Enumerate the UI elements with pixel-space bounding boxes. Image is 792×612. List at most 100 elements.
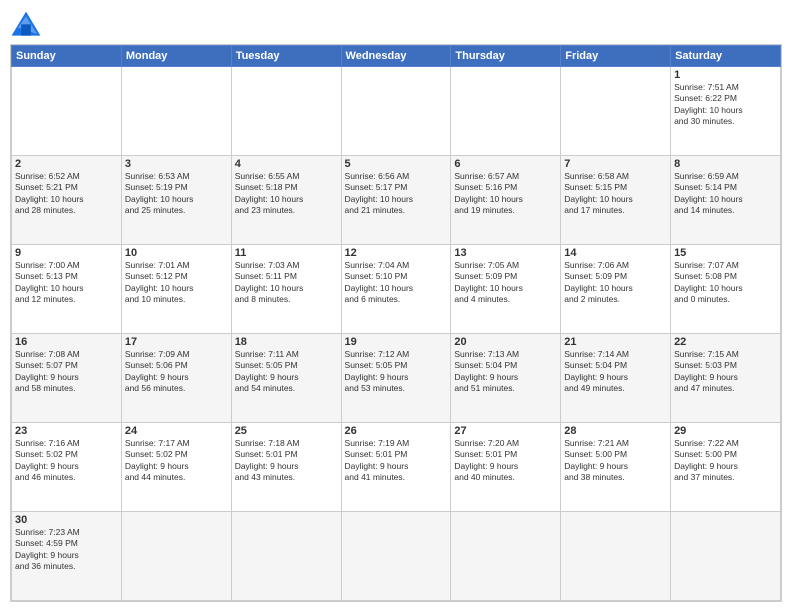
day-info: Sunrise: 6:56 AM Sunset: 5:17 PM Dayligh…: [345, 171, 448, 217]
day-info: Sunrise: 7:23 AM Sunset: 4:59 PM Dayligh…: [15, 527, 118, 573]
day-number: 20: [454, 336, 557, 348]
weekday-tuesday: Tuesday: [231, 46, 341, 67]
day-info: Sunrise: 6:55 AM Sunset: 5:18 PM Dayligh…: [235, 171, 338, 217]
day-info: Sunrise: 7:15 AM Sunset: 5:03 PM Dayligh…: [674, 349, 777, 395]
day-cell: 30Sunrise: 7:23 AM Sunset: 4:59 PM Dayli…: [12, 512, 122, 601]
day-cell: 11Sunrise: 7:03 AM Sunset: 5:11 PM Dayli…: [231, 245, 341, 334]
day-number: 14: [564, 247, 667, 259]
day-number: 5: [345, 158, 448, 170]
day-number: 9: [15, 247, 118, 259]
day-cell: 2Sunrise: 6:52 AM Sunset: 5:21 PM Daylig…: [12, 156, 122, 245]
day-info: Sunrise: 6:52 AM Sunset: 5:21 PM Dayligh…: [15, 171, 118, 217]
day-number: 3: [125, 158, 228, 170]
week-row-5: 23Sunrise: 7:16 AM Sunset: 5:02 PM Dayli…: [12, 423, 781, 512]
day-cell: 21Sunrise: 7:14 AM Sunset: 5:04 PM Dayli…: [561, 334, 671, 423]
day-number: 28: [564, 425, 667, 437]
day-cell: 10Sunrise: 7:01 AM Sunset: 5:12 PM Dayli…: [121, 245, 231, 334]
day-info: Sunrise: 7:06 AM Sunset: 5:09 PM Dayligh…: [564, 260, 667, 306]
day-info: Sunrise: 7:21 AM Sunset: 5:00 PM Dayligh…: [564, 438, 667, 484]
day-cell: 3Sunrise: 6:53 AM Sunset: 5:19 PM Daylig…: [121, 156, 231, 245]
logo-icon: [10, 10, 42, 38]
day-info: Sunrise: 6:58 AM Sunset: 5:15 PM Dayligh…: [564, 171, 667, 217]
day-cell: [671, 512, 781, 601]
day-cell: 28Sunrise: 7:21 AM Sunset: 5:00 PM Dayli…: [561, 423, 671, 512]
page: SundayMondayTuesdayWednesdayThursdayFrid…: [0, 0, 792, 612]
weekday-saturday: Saturday: [671, 46, 781, 67]
week-row-3: 9Sunrise: 7:00 AM Sunset: 5:13 PM Daylig…: [12, 245, 781, 334]
week-row-2: 2Sunrise: 6:52 AM Sunset: 5:21 PM Daylig…: [12, 156, 781, 245]
day-info: Sunrise: 7:51 AM Sunset: 6:22 PM Dayligh…: [674, 82, 777, 128]
day-number: 18: [235, 336, 338, 348]
day-cell: 14Sunrise: 7:06 AM Sunset: 5:09 PM Dayli…: [561, 245, 671, 334]
day-cell: 7Sunrise: 6:58 AM Sunset: 5:15 PM Daylig…: [561, 156, 671, 245]
day-cell: 24Sunrise: 7:17 AM Sunset: 5:02 PM Dayli…: [121, 423, 231, 512]
day-cell: [12, 67, 122, 156]
day-info: Sunrise: 7:03 AM Sunset: 5:11 PM Dayligh…: [235, 260, 338, 306]
day-number: 16: [15, 336, 118, 348]
day-cell: [561, 512, 671, 601]
weekday-header-row: SundayMondayTuesdayWednesdayThursdayFrid…: [12, 46, 781, 67]
day-info: Sunrise: 7:00 AM Sunset: 5:13 PM Dayligh…: [15, 260, 118, 306]
day-cell: 25Sunrise: 7:18 AM Sunset: 5:01 PM Dayli…: [231, 423, 341, 512]
day-cell: 1Sunrise: 7:51 AM Sunset: 6:22 PM Daylig…: [671, 67, 781, 156]
day-info: Sunrise: 7:19 AM Sunset: 5:01 PM Dayligh…: [345, 438, 448, 484]
day-number: 22: [674, 336, 777, 348]
day-number: 10: [125, 247, 228, 259]
week-row-4: 16Sunrise: 7:08 AM Sunset: 5:07 PM Dayli…: [12, 334, 781, 423]
day-info: Sunrise: 6:57 AM Sunset: 5:16 PM Dayligh…: [454, 171, 557, 217]
day-cell: 15Sunrise: 7:07 AM Sunset: 5:08 PM Dayli…: [671, 245, 781, 334]
day-number: 8: [674, 158, 777, 170]
day-number: 7: [564, 158, 667, 170]
day-info: Sunrise: 7:04 AM Sunset: 5:10 PM Dayligh…: [345, 260, 448, 306]
day-cell: [561, 67, 671, 156]
weekday-friday: Friday: [561, 46, 671, 67]
day-cell: [231, 512, 341, 601]
day-number: 12: [345, 247, 448, 259]
day-number: 26: [345, 425, 448, 437]
day-cell: 4Sunrise: 6:55 AM Sunset: 5:18 PM Daylig…: [231, 156, 341, 245]
day-info: Sunrise: 7:09 AM Sunset: 5:06 PM Dayligh…: [125, 349, 228, 395]
day-cell: 16Sunrise: 7:08 AM Sunset: 5:07 PM Dayli…: [12, 334, 122, 423]
day-cell: 18Sunrise: 7:11 AM Sunset: 5:05 PM Dayli…: [231, 334, 341, 423]
day-info: Sunrise: 7:08 AM Sunset: 5:07 PM Dayligh…: [15, 349, 118, 395]
day-number: 1: [674, 69, 777, 81]
day-cell: [341, 67, 451, 156]
day-cell: 22Sunrise: 7:15 AM Sunset: 5:03 PM Dayli…: [671, 334, 781, 423]
day-cell: [341, 512, 451, 601]
week-row-6: 30Sunrise: 7:23 AM Sunset: 4:59 PM Dayli…: [12, 512, 781, 601]
weekday-sunday: Sunday: [12, 46, 122, 67]
weekday-thursday: Thursday: [451, 46, 561, 67]
day-cell: [121, 512, 231, 601]
day-number: 6: [454, 158, 557, 170]
day-cell: [121, 67, 231, 156]
day-cell: 9Sunrise: 7:00 AM Sunset: 5:13 PM Daylig…: [12, 245, 122, 334]
day-info: Sunrise: 7:05 AM Sunset: 5:09 PM Dayligh…: [454, 260, 557, 306]
day-number: 4: [235, 158, 338, 170]
day-number: 17: [125, 336, 228, 348]
day-cell: 13Sunrise: 7:05 AM Sunset: 5:09 PM Dayli…: [451, 245, 561, 334]
day-cell: 29Sunrise: 7:22 AM Sunset: 5:00 PM Dayli…: [671, 423, 781, 512]
day-info: Sunrise: 7:13 AM Sunset: 5:04 PM Dayligh…: [454, 349, 557, 395]
day-number: 21: [564, 336, 667, 348]
week-row-1: 1Sunrise: 7:51 AM Sunset: 6:22 PM Daylig…: [12, 67, 781, 156]
day-cell: 5Sunrise: 6:56 AM Sunset: 5:17 PM Daylig…: [341, 156, 451, 245]
header: [10, 10, 782, 38]
day-number: 13: [454, 247, 557, 259]
day-info: Sunrise: 7:14 AM Sunset: 5:04 PM Dayligh…: [564, 349, 667, 395]
day-cell: 8Sunrise: 6:59 AM Sunset: 5:14 PM Daylig…: [671, 156, 781, 245]
day-number: 27: [454, 425, 557, 437]
day-info: Sunrise: 7:07 AM Sunset: 5:08 PM Dayligh…: [674, 260, 777, 306]
day-cell: 26Sunrise: 7:19 AM Sunset: 5:01 PM Dayli…: [341, 423, 451, 512]
day-cell: 19Sunrise: 7:12 AM Sunset: 5:05 PM Dayli…: [341, 334, 451, 423]
day-number: 25: [235, 425, 338, 437]
calendar: SundayMondayTuesdayWednesdayThursdayFrid…: [10, 44, 782, 602]
day-number: 2: [15, 158, 118, 170]
day-info: Sunrise: 6:59 AM Sunset: 5:14 PM Dayligh…: [674, 171, 777, 217]
day-info: Sunrise: 7:18 AM Sunset: 5:01 PM Dayligh…: [235, 438, 338, 484]
day-cell: 27Sunrise: 7:20 AM Sunset: 5:01 PM Dayli…: [451, 423, 561, 512]
day-number: 19: [345, 336, 448, 348]
day-cell: 23Sunrise: 7:16 AM Sunset: 5:02 PM Dayli…: [12, 423, 122, 512]
day-info: Sunrise: 7:01 AM Sunset: 5:12 PM Dayligh…: [125, 260, 228, 306]
day-cell: [451, 512, 561, 601]
day-cell: 17Sunrise: 7:09 AM Sunset: 5:06 PM Dayli…: [121, 334, 231, 423]
